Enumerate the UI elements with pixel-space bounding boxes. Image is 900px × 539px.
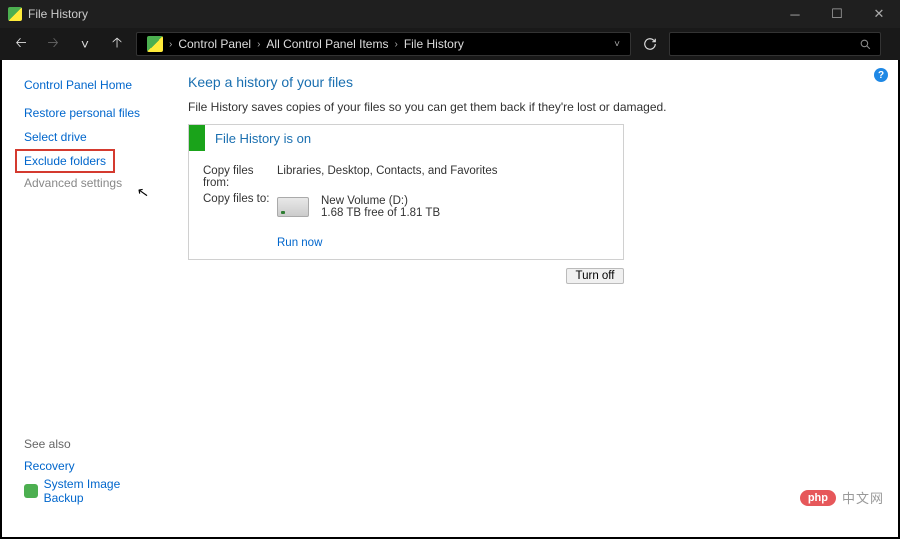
window-controls: ─ ☐ ✕ [774, 0, 900, 28]
search-icon [859, 38, 872, 51]
sidebar-link-restore[interactable]: Restore personal files [24, 106, 140, 120]
forward-button[interactable]: 🡢 [40, 31, 66, 57]
status-box: File History is on Copy files from: Libr… [188, 124, 624, 260]
chevron-right-icon: › [169, 39, 172, 50]
back-button[interactable]: 🡠 [8, 31, 34, 57]
minimize-button[interactable]: ─ [774, 0, 816, 28]
sidebar-link-recovery[interactable]: Recovery [24, 459, 160, 473]
refresh-button[interactable] [637, 32, 663, 56]
sidebar: Control Panel Home Restore personal file… [2, 60, 170, 537]
copy-from-label: Copy files from: [203, 165, 277, 189]
chevron-right-icon: › [257, 39, 260, 50]
location-icon [147, 36, 163, 52]
sidebar-link-select-drive[interactable]: Select drive [24, 130, 87, 144]
sidebar-link-exclude-folders[interactable]: Exclude folders [20, 154, 110, 168]
drive-name: New Volume (D:) [321, 195, 440, 207]
watermark-badge: php [800, 490, 836, 506]
copy-to-label: Copy files to: [203, 193, 277, 219]
crumb-all-items[interactable]: All Control Panel Items [266, 37, 388, 51]
window-title: File History [28, 7, 88, 21]
app-icon [8, 7, 22, 21]
sidebar-link-advanced[interactable]: Advanced settings [24, 176, 122, 190]
nav-bar: 🡠 🡢 ˅ 🡡 › Control Panel › All Control Pa… [0, 28, 900, 60]
drive-icon [277, 197, 309, 217]
main-panel: ? Keep a history of your files File Hist… [170, 60, 898, 537]
page-title: Keep a history of your files [188, 74, 880, 90]
address-bar[interactable]: › Control Panel › All Control Panel Item… [136, 32, 631, 56]
content-area: Control Panel Home Restore personal file… [2, 60, 898, 537]
shield-icon [24, 484, 38, 498]
close-button[interactable]: ✕ [858, 0, 900, 28]
status-indicator-icon [189, 125, 205, 151]
page-description: File History saves copies of your files … [188, 100, 880, 114]
turn-off-button[interactable]: Turn off [566, 268, 624, 284]
see-also-label: See also [24, 437, 160, 451]
up-button[interactable]: 🡡 [104, 31, 130, 57]
status-title: File History is on [205, 131, 311, 146]
sidebar-link-system-image-backup[interactable]: System Image Backup [24, 477, 160, 505]
address-dropdown-icon[interactable]: ˅ [610, 39, 624, 50]
maximize-button[interactable]: ☐ [816, 0, 858, 28]
run-now-link[interactable]: Run now [277, 237, 609, 249]
copy-from-value: Libraries, Desktop, Contacts, and Favori… [277, 165, 498, 189]
sidebar-home-link[interactable]: Control Panel Home [24, 78, 160, 92]
crumb-control-panel[interactable]: Control Panel [178, 37, 251, 51]
search-input[interactable] [669, 32, 881, 56]
chevron-right-icon: › [394, 39, 397, 50]
crumb-file-history[interactable]: File History [404, 37, 464, 51]
watermark: php 中文网 [800, 488, 884, 507]
watermark-text: 中文网 [842, 488, 884, 507]
recent-dropdown-icon[interactable]: ˅ [72, 31, 98, 57]
drive-free: 1.68 TB free of 1.81 TB [321, 207, 440, 219]
help-icon[interactable]: ? [874, 68, 888, 82]
title-bar: File History ─ ☐ ✕ [0, 0, 900, 28]
